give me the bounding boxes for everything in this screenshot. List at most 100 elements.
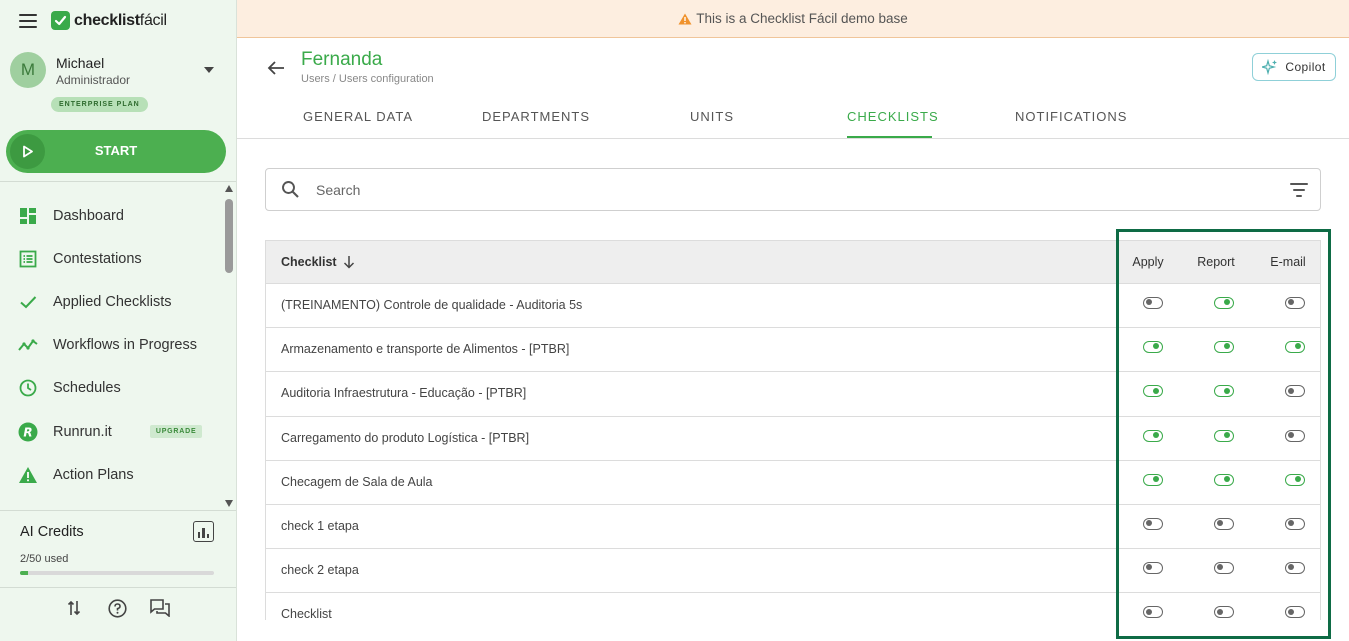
sidebar-item-dashboard[interactable]: Dashboard bbox=[0, 194, 222, 237]
dashboard-icon bbox=[18, 206, 38, 226]
sidebar-item-label: Dashboard bbox=[53, 207, 124, 224]
checklist-name: check 1 etapa bbox=[281, 519, 359, 533]
apply-toggle[interactable] bbox=[1143, 297, 1163, 309]
column-header-report[interactable]: Report bbox=[1181, 255, 1251, 269]
sidebar-item-label: Schedules bbox=[53, 380, 121, 397]
checklist-name: Armazenamento e transporte de Alimentos … bbox=[281, 342, 570, 357]
sidebar-item-action-plans[interactable]: Action Plans bbox=[0, 453, 222, 496]
report-toggle[interactable] bbox=[1214, 385, 1234, 398]
tab-notifications[interactable]: NOTIFICATIONS bbox=[1015, 109, 1127, 124]
trend-icon bbox=[18, 335, 38, 355]
apply-toggle[interactable] bbox=[1143, 606, 1163, 619]
search-icon bbox=[281, 180, 301, 205]
divider bbox=[0, 587, 236, 588]
tab-bar: GENERAL DATA DEPARTMENTS UNITS CHECKLIST… bbox=[237, 100, 1349, 139]
start-label: START bbox=[94, 143, 138, 158]
sidebar-item-schedules[interactable]: Schedules bbox=[0, 367, 222, 410]
report-toggle[interactable] bbox=[1214, 518, 1234, 530]
chevron-down-icon[interactable] bbox=[204, 67, 214, 73]
user-menu[interactable]: M Michael Administrador bbox=[10, 52, 220, 88]
email-toggle[interactable] bbox=[1285, 518, 1305, 530]
sidebar: checklistfácil M Michael Administrador E… bbox=[0, 0, 237, 641]
email-toggle[interactable] bbox=[1285, 606, 1305, 619]
copilot-label: Copilot bbox=[1285, 60, 1326, 74]
report-toggle[interactable] bbox=[1214, 297, 1234, 309]
apply-toggle[interactable] bbox=[1143, 341, 1163, 354]
breadcrumb-users[interactable]: Users / bbox=[301, 73, 336, 85]
table-row: check 2 etapa bbox=[266, 549, 1320, 594]
apply-toggle[interactable] bbox=[1143, 518, 1163, 530]
table-row: (TREINAMENTO) Controle de qualidade - Au… bbox=[266, 284, 1320, 329]
help-icon[interactable] bbox=[107, 598, 127, 618]
table-row: Armazenamento e transporte de Alimentos … bbox=[266, 328, 1320, 373]
column-header-checklist[interactable]: Checklist bbox=[281, 255, 355, 269]
sidebar-item-label: Action Plans bbox=[53, 466, 134, 483]
email-toggle[interactable] bbox=[1285, 473, 1305, 486]
apply-toggle[interactable] bbox=[1143, 562, 1163, 575]
checklist-name: Checagem de Sala de Aula bbox=[281, 474, 433, 489]
column-header-email[interactable]: E-mail bbox=[1253, 255, 1320, 269]
sidebar-item-contestations[interactable]: Contestations bbox=[0, 237, 222, 280]
report-toggle[interactable] bbox=[1214, 606, 1234, 619]
sidebar-item-applied-checklists[interactable]: Applied Checklists bbox=[0, 280, 222, 323]
sidebar-item-label: Applied Checklists bbox=[53, 293, 172, 310]
chat-icon[interactable] bbox=[150, 598, 170, 618]
filter-icon[interactable] bbox=[1290, 182, 1308, 198]
logo-text-bold: checklist bbox=[74, 11, 140, 29]
page-title: Fernanda bbox=[301, 49, 383, 70]
apply-toggle[interactable] bbox=[1143, 385, 1163, 398]
swap-icon[interactable] bbox=[64, 598, 84, 618]
warning-icon bbox=[18, 465, 38, 485]
active-tab-indicator bbox=[847, 136, 932, 138]
tab-checklists[interactable]: CHECKLISTS bbox=[847, 109, 939, 124]
table-row: Auditoria Infraestrutura - Educação - [P… bbox=[266, 372, 1320, 417]
scroll-up-arrow-icon[interactable] bbox=[225, 185, 233, 192]
email-toggle[interactable] bbox=[1285, 385, 1305, 398]
avatar: M bbox=[10, 52, 46, 88]
ai-credits-used: 2/50 used bbox=[20, 553, 69, 565]
column-header-apply[interactable]: Apply bbox=[1113, 255, 1183, 269]
scroll-thumb[interactable] bbox=[225, 199, 233, 273]
back-arrow-icon[interactable] bbox=[265, 57, 287, 79]
sidebar-nav: Dashboard Contestations Applied Checklis… bbox=[0, 194, 222, 496]
brand: checklistfácil bbox=[19, 11, 167, 30]
email-toggle[interactable] bbox=[1285, 341, 1305, 354]
apply-toggle[interactable] bbox=[1143, 429, 1163, 442]
clock-icon bbox=[18, 378, 38, 398]
report-toggle[interactable] bbox=[1214, 473, 1234, 486]
menu-icon[interactable] bbox=[19, 13, 37, 28]
search-input[interactable] bbox=[316, 179, 1216, 201]
search-bar bbox=[265, 168, 1321, 211]
tab-units[interactable]: UNITS bbox=[690, 109, 734, 124]
start-button[interactable]: START bbox=[6, 130, 226, 173]
report-toggle[interactable] bbox=[1214, 341, 1234, 354]
tab-general-data[interactable]: GENERAL DATA bbox=[303, 109, 413, 124]
sidebar-item-label: Runrun.it bbox=[53, 423, 112, 440]
sidebar-item-workflows[interactable]: Workflows in Progress bbox=[0, 324, 222, 367]
logo-text: checklistfácil bbox=[74, 12, 167, 30]
sidebar-scrollbar[interactable] bbox=[222, 183, 236, 509]
report-toggle[interactable] bbox=[1214, 562, 1234, 575]
email-toggle[interactable] bbox=[1285, 562, 1305, 575]
checklist-name: check 2 etapa bbox=[281, 563, 359, 578]
bar-chart-icon[interactable] bbox=[193, 521, 214, 542]
email-toggle[interactable] bbox=[1285, 429, 1305, 442]
upgrade-badge[interactable]: UPGRADE bbox=[149, 425, 203, 439]
sort-arrow-down-icon[interactable] bbox=[343, 255, 355, 269]
breadcrumb-users-configuration: Users configuration bbox=[338, 73, 434, 85]
tab-departments[interactable]: DEPARTMENTS bbox=[482, 109, 590, 124]
apply-toggle[interactable] bbox=[1143, 473, 1163, 486]
scroll-down-arrow-icon[interactable] bbox=[225, 500, 233, 507]
report-toggle[interactable] bbox=[1214, 429, 1234, 442]
copilot-button[interactable]: Copilot bbox=[1252, 53, 1336, 81]
check-icon bbox=[18, 292, 38, 312]
ai-credits-progress bbox=[20, 571, 214, 575]
email-toggle[interactable] bbox=[1285, 297, 1305, 309]
sidebar-footer bbox=[0, 598, 236, 618]
table-row: Carregamento do produto Logística - [PTB… bbox=[266, 416, 1320, 461]
checklist-name: Auditoria Infraestrutura - Educação - [P… bbox=[281, 386, 527, 401]
logo-check-icon bbox=[51, 11, 70, 30]
sidebar-item-runrun[interactable]: R Runrun.it UPGRADE bbox=[0, 410, 222, 453]
checklist-name: Checklist bbox=[281, 607, 332, 620]
svg-text:R: R bbox=[23, 425, 32, 439]
